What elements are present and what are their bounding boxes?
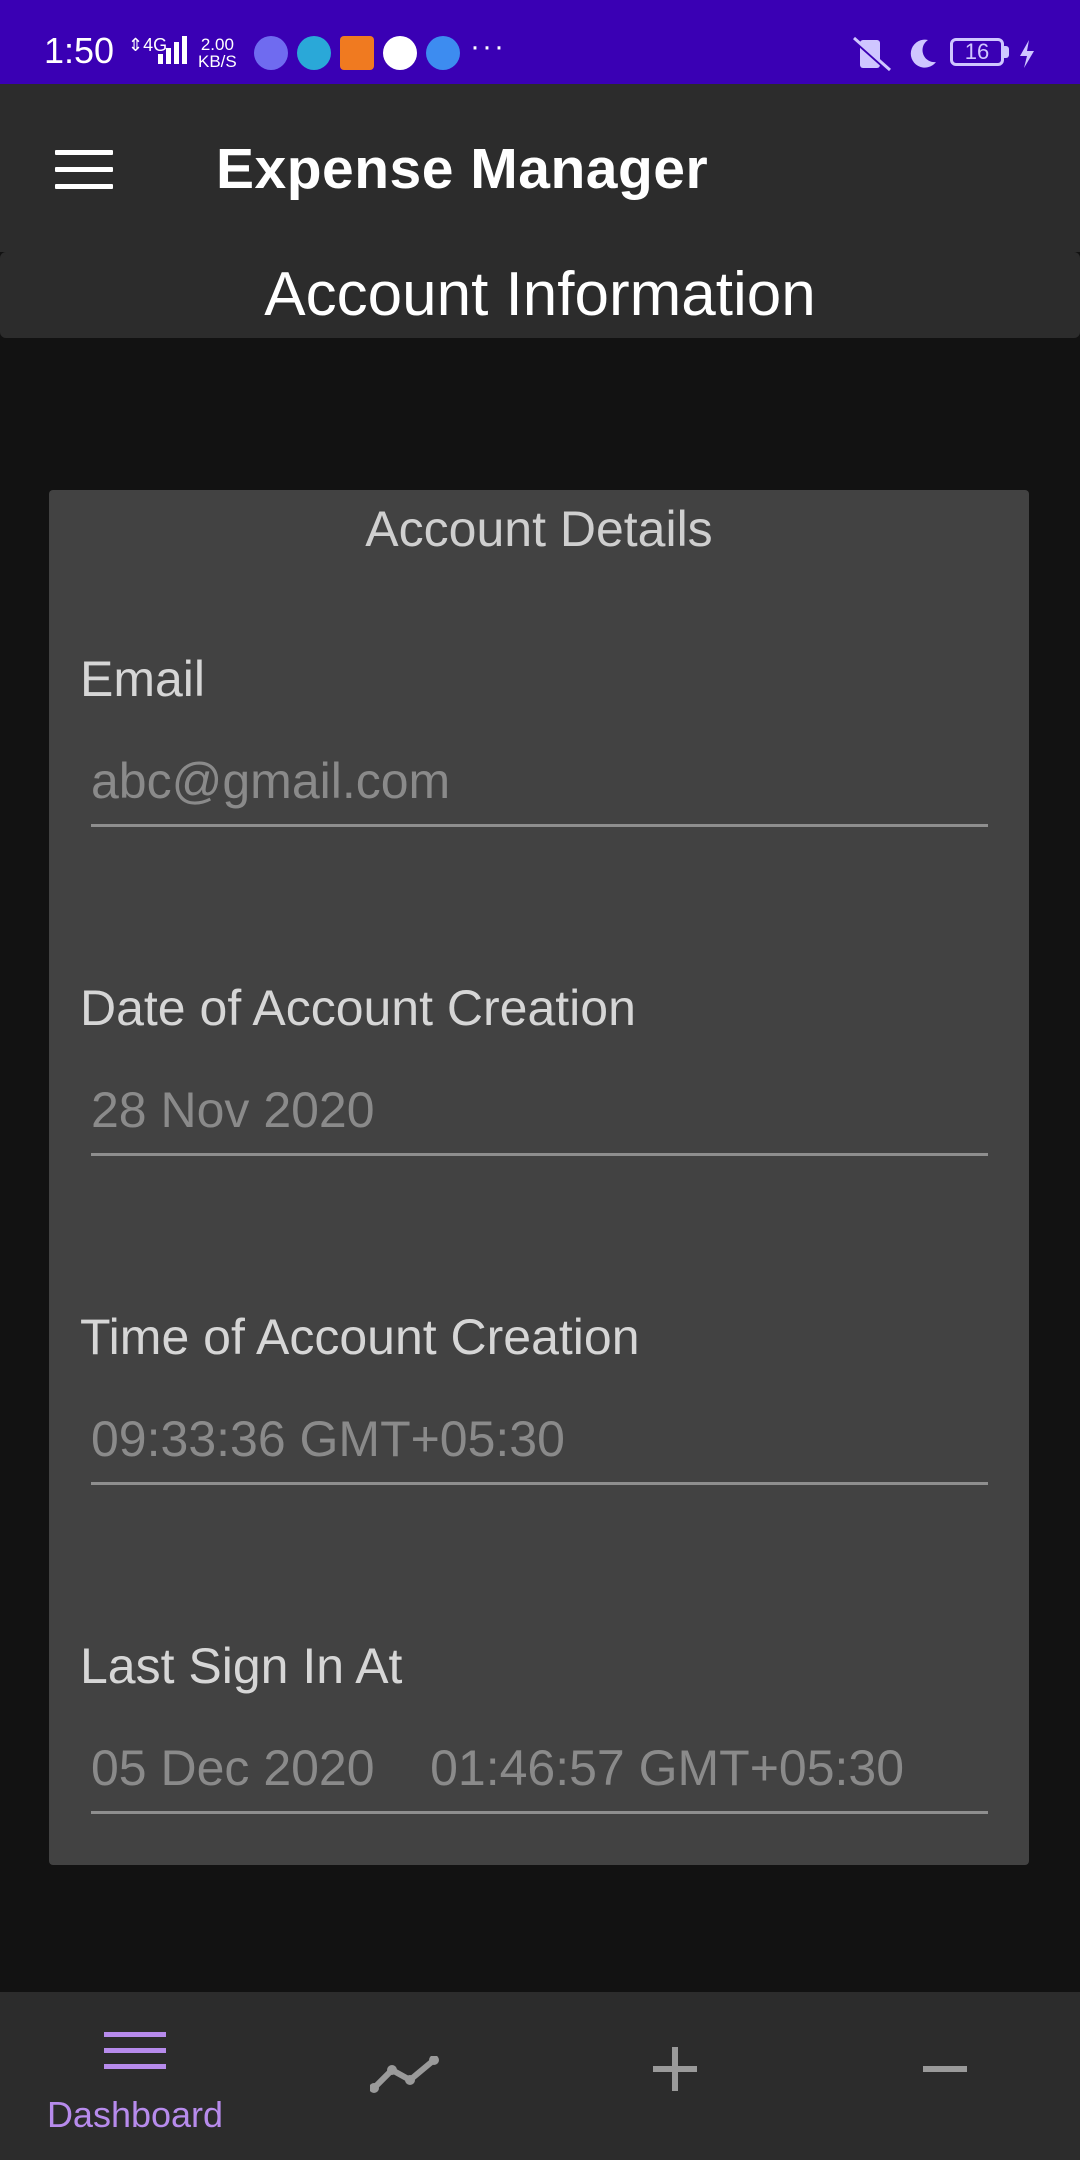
vibrate-off-icon <box>850 36 891 72</box>
discord-icon <box>254 36 288 70</box>
last-sign-in-field: 05 Dec 2020 01:46:57 GMT+05:30 <box>91 1739 988 1814</box>
charging-icon <box>1020 40 1034 68</box>
nav-dashboard[interactable]: Dashboard <box>0 1992 270 2160</box>
minus-icon <box>923 2066 967 2072</box>
trend-icon <box>370 2056 439 2093</box>
nav-subtract[interactable] <box>810 1992 1080 2160</box>
card-title: Account Details <box>365 501 713 557</box>
signal-icon <box>158 36 187 64</box>
account-details-card: Account Details Email abc@gmail.com Date… <box>49 490 1029 1865</box>
email-label: Email <box>80 651 206 707</box>
more-notifications-icon: ··· <box>470 30 506 63</box>
nav-dashboard-label: Dashboard <box>46 2094 224 2135</box>
app-notification-icon <box>340 36 374 70</box>
list-icon <box>104 2032 166 2069</box>
creation-time-label: Time of Account Creation <box>80 1309 640 1365</box>
do-not-disturb-moon-icon <box>910 39 936 68</box>
app-notification-icon <box>297 36 331 70</box>
plus-icon <box>653 2047 697 2091</box>
app-notification-icon <box>383 36 417 70</box>
play-icon <box>426 36 460 70</box>
status-time: 1:50 <box>44 30 115 71</box>
creation-date-label: Date of Account Creation <box>80 980 636 1036</box>
menu-icon[interactable] <box>55 150 113 189</box>
app-bar: Expense Manager <box>0 84 1080 252</box>
creation-date-field: 28 Nov 2020 <box>91 1081 988 1156</box>
nav-add[interactable] <box>540 1992 810 2160</box>
app-title: Expense Manager <box>216 137 709 201</box>
last-sign-in-label: Last Sign In At <box>80 1638 403 1694</box>
status-bar: 1:50 ⇕4G 2.00 KB/S ··· 16 <box>0 0 1080 84</box>
creation-time-field: 09:33:36 GMT+05:30 <box>91 1410 988 1485</box>
section-title: Account Information <box>0 252 1080 338</box>
battery-icon: 16 <box>950 38 1004 66</box>
network-speed: 2.00 KB/S <box>198 35 237 71</box>
battery-tip <box>1004 46 1009 58</box>
email-field: abc@gmail.com <box>91 752 988 827</box>
bottom-navigation: Dashboard <box>0 1992 1080 2160</box>
nav-trends[interactable] <box>270 1992 540 2160</box>
